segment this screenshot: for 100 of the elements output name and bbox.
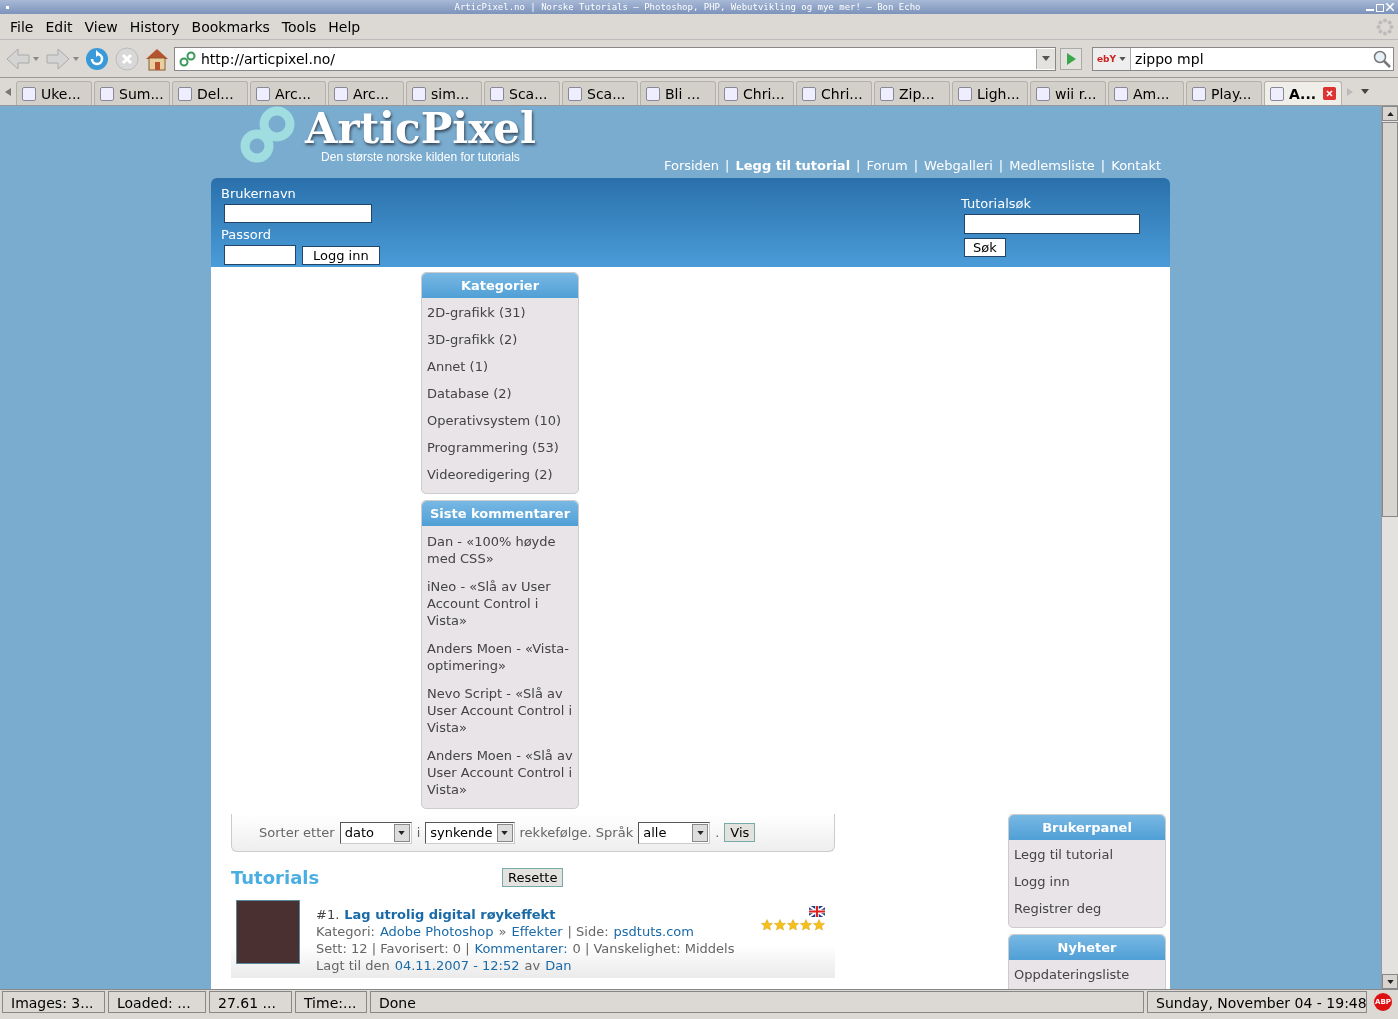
sort-select[interactable]: dato xyxy=(339,821,412,844)
news-link[interactable]: Oppdateringsliste xyxy=(1009,960,1165,987)
page-icon xyxy=(1192,86,1206,101)
browser-tab[interactable]: Del... xyxy=(172,81,248,105)
browser-tab[interactable]: Sca... xyxy=(484,81,560,105)
dropdown-button[interactable] xyxy=(1036,48,1055,69)
page-icon xyxy=(334,86,348,101)
caret-up-icon xyxy=(1386,111,1394,116)
url-field[interactable]: http://articpixel.no/ xyxy=(174,46,1056,71)
star-icon xyxy=(813,919,825,931)
link[interactable]: Dan xyxy=(545,958,572,973)
scroll-down-button[interactable] xyxy=(1382,974,1398,989)
category-link[interactable]: Database (2) xyxy=(422,379,578,406)
separator: | xyxy=(725,158,730,173)
browser-tab[interactable]: sim... xyxy=(406,81,482,105)
link[interactable]: Kommentarer: xyxy=(474,941,568,956)
caret-icon xyxy=(398,830,406,835)
link[interactable]: psdtuts.com xyxy=(613,924,694,939)
link[interactable]: 04.11.2007 - 12:52 xyxy=(394,958,520,973)
page-icon xyxy=(256,86,270,101)
browser-tab[interactable]: wii r... xyxy=(1030,81,1106,105)
maximize-icon[interactable] xyxy=(1376,3,1384,12)
reset-button[interactable]: Resette xyxy=(502,867,564,887)
menu-item[interactable]: Help xyxy=(322,18,367,35)
tutorial-title-link[interactable]: Lag utrolig digital røykeffekt xyxy=(344,907,556,922)
status-panel: Sunday, November 04 - 19:48 xyxy=(1147,991,1367,1013)
menu-item[interactable]: File xyxy=(4,18,40,35)
tutorial-search-field[interactable] xyxy=(964,214,1140,234)
sort-select[interactable]: synkende xyxy=(425,821,515,844)
tutorial-number: #1. xyxy=(316,907,340,922)
category-link[interactable]: Operativsystem (10) xyxy=(422,406,578,433)
browser-tab[interactable]: Sca... xyxy=(562,81,638,105)
search-icon[interactable] xyxy=(1371,48,1393,69)
menu-item[interactable]: Bookmarks xyxy=(185,18,276,35)
comment-link[interactable]: Anders Moen - «Vista-optimering» xyxy=(422,633,578,678)
separator: | xyxy=(1100,158,1106,173)
page-icon xyxy=(1036,86,1050,101)
search-engine-selector[interactable]: ebY xyxy=(1093,47,1132,70)
menu-item[interactable]: View xyxy=(78,18,124,35)
link[interactable]: Effekter xyxy=(511,924,563,939)
menu-item[interactable]: Tools xyxy=(275,18,323,35)
sort-select[interactable]: alle xyxy=(638,821,711,844)
scrollbar[interactable] xyxy=(1381,106,1398,989)
link[interactable]: Adobe Photoshop xyxy=(379,924,494,939)
meta-text: av xyxy=(524,958,541,973)
go-icon[interactable] xyxy=(1060,47,1082,70)
user-panel-link[interactable]: Logg inn xyxy=(1009,867,1165,894)
thumbnail-placeholder[interactable] xyxy=(236,900,300,964)
browser-tab[interactable]: Uke... xyxy=(16,81,92,105)
scroll-up-button[interactable] xyxy=(1382,106,1398,121)
link-icon xyxy=(179,50,197,67)
caret-icon xyxy=(501,830,509,835)
category-link[interactable]: 2D-grafikk (31) xyxy=(422,298,578,325)
throbber-icon xyxy=(1376,17,1394,36)
browser-tab[interactable]: Arc... xyxy=(250,81,326,105)
user-panel-link[interactable]: Legg til tutorial xyxy=(1009,840,1165,867)
password-field[interactable] xyxy=(224,245,296,265)
comment-link[interactable]: Dan - «100% høyde med CSS» xyxy=(422,526,578,571)
comment-link[interactable]: iNeo - «Slå av User Account Control i Vista» xyxy=(422,571,578,633)
browser-tab[interactable]: A... xyxy=(1264,81,1342,105)
comment-link[interactable]: Anders Moen - «Slå av User Account Control i Vista» xyxy=(422,740,578,802)
menu-item[interactable]: History xyxy=(123,18,186,35)
search-button[interactable]: Søk xyxy=(964,238,1006,257)
close-icon[interactable] xyxy=(1386,2,1394,11)
browser-tab[interactable]: Chri... xyxy=(796,81,872,105)
page-icon xyxy=(1114,86,1128,101)
panel-title: Nyheter xyxy=(1009,935,1165,960)
browser-tab[interactable]: Ligh... xyxy=(952,81,1028,105)
browser-tab[interactable]: Play... xyxy=(1186,81,1262,105)
window-menu-icon[interactable] xyxy=(6,5,9,9)
show-button[interactable]: Vis xyxy=(724,823,756,842)
reload-icon[interactable] xyxy=(84,45,110,72)
flag-icon xyxy=(809,906,825,917)
browser-tab[interactable]: Arc... xyxy=(328,81,404,105)
category-link[interactable]: Videoredigering (2) xyxy=(422,460,578,487)
menu-item[interactable]: Edit xyxy=(39,18,79,35)
logo-text: ArticPixel xyxy=(305,106,536,152)
category-link[interactable]: Annet (1) xyxy=(422,352,578,379)
page-icon xyxy=(646,86,660,101)
login-button[interactable]: Logg inn xyxy=(302,245,380,265)
panel-title: Siste kommentarer xyxy=(422,501,578,526)
stop-icon[interactable] xyxy=(114,45,140,72)
comment-link[interactable]: Nevo Script - «Slå av User Account Control i Vista» xyxy=(422,678,578,740)
user-panel-link[interactable]: Registrer deg xyxy=(1009,894,1165,921)
meta-text: | Side: xyxy=(567,924,609,939)
caret-icon xyxy=(1042,56,1050,61)
browser-tab[interactable]: Am... xyxy=(1108,81,1184,105)
browser-tab[interactable]: Zip... xyxy=(874,81,950,105)
category-link[interactable]: 3D-grafikk (2) xyxy=(422,325,578,352)
scrollbar-thumb[interactable] xyxy=(1382,122,1398,517)
status-panel: 27.61 ... xyxy=(209,991,292,1013)
browser-tab[interactable]: Chri... xyxy=(718,81,794,105)
username-field[interactable] xyxy=(224,204,372,223)
close-tab-icon[interactable] xyxy=(1323,87,1336,100)
search-field[interactable]: ebY zippo mpl xyxy=(1092,46,1394,71)
page-icon xyxy=(100,86,114,101)
category-link[interactable]: Programmering (53) xyxy=(422,433,578,460)
tab-list-icon[interactable] xyxy=(1358,89,1372,94)
browser-tab[interactable]: Bli ... xyxy=(640,81,716,105)
browser-tab[interactable]: Sum... xyxy=(94,81,170,105)
